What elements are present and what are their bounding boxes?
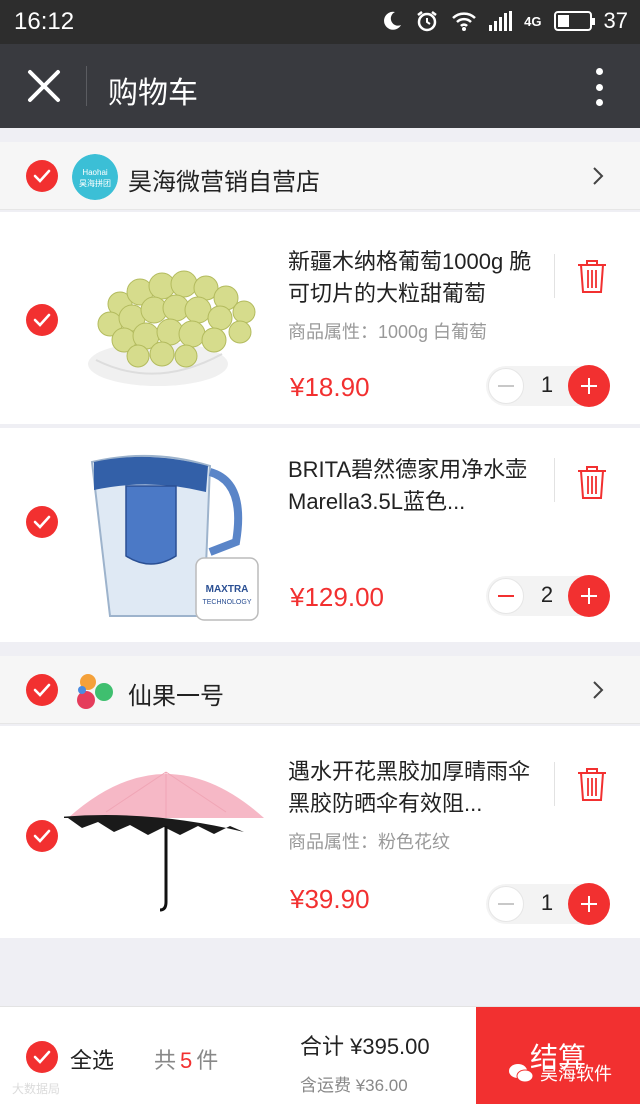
product-name[interactable]: BRITA碧然德家用净水壶Marella3.5L蓝色... [288, 454, 538, 518]
checkmark-icon [33, 1050, 51, 1064]
item-select-checkbox[interactable] [26, 304, 58, 336]
decrease-button[interactable] [488, 578, 524, 614]
signal-icon [489, 11, 513, 31]
product-name[interactable]: 遇水开花黑胶加厚晴雨伞黑胶防晒伞有效阻... [288, 756, 538, 820]
checkout-button[interactable]: 结算 [476, 1007, 640, 1104]
product-attributes: 商品属性：1000g 白葡萄 [288, 322, 488, 342]
delete-divider [554, 254, 555, 298]
item-count-prefix: 共 [154, 1048, 177, 1073]
product-price: ¥39.90 [290, 884, 370, 914]
watermark-brand-text: 昊海软件 [540, 1064, 612, 1084]
chevron-right-icon [593, 681, 604, 699]
page-title: 购物车 [108, 77, 198, 110]
watermark-corner: 大数据局 [12, 1082, 61, 1096]
checkmark-icon [33, 829, 51, 843]
wifi-icon [452, 12, 477, 31]
increase-button[interactable] [568, 883, 610, 925]
trash-icon[interactable] [574, 464, 610, 500]
store-name: 昊海微营销自营店 [128, 169, 320, 196]
order-total: 合计 ¥395.00 [300, 1034, 430, 1059]
title-bar: 购物车 [0, 44, 640, 128]
product-image-water-filter-pitcher[interactable]: MAXTRA TECHNOLOGY [80, 446, 270, 626]
checkmark-icon [33, 515, 51, 529]
status-time: 16:12 [14, 8, 75, 35]
decrease-button[interactable] [488, 368, 524, 404]
store-select-checkbox[interactable] [26, 160, 58, 192]
item-count-value: 5 [180, 1048, 193, 1073]
store-select-checkbox[interactable] [26, 674, 58, 706]
trash-icon[interactable] [574, 766, 610, 802]
status-icons: 4G 37 [381, 8, 628, 34]
moon-icon [384, 11, 402, 30]
quantity-value[interactable]: 1 [526, 372, 568, 398]
quantity-value[interactable]: 2 [526, 582, 568, 608]
svg-text:昊海拼团: 昊海拼团 [79, 178, 111, 188]
svg-text:TECHNOLOGY: TECHNOLOGY [202, 599, 251, 606]
product-image-grapes[interactable] [80, 234, 270, 414]
checkmark-icon [33, 313, 51, 327]
store-logo: Haohai 昊海拼团 [72, 154, 118, 200]
title-divider [86, 66, 87, 106]
svg-text:MAXTRA: MAXTRA [206, 584, 249, 595]
wechat-icon [509, 1064, 534, 1083]
checkout-bar: 全选 共5件 合计 ¥395.00 含运费 ¥36.00 结算 [0, 1006, 640, 1104]
battery-percent: 37 [603, 8, 628, 33]
alarm-icon [417, 11, 437, 32]
trash-icon[interactable] [574, 258, 610, 294]
delete-divider [554, 458, 555, 502]
battery-icon [553, 11, 595, 31]
select-all-label[interactable]: 全选 [70, 1043, 114, 1075]
store-header[interactable]: 仙果一号 [0, 656, 640, 724]
decrease-button[interactable] [488, 886, 524, 922]
item-count: 共5件 [154, 1043, 218, 1075]
select-all-checkbox[interactable] [26, 1041, 58, 1073]
product-image-pink-umbrella[interactable] [64, 756, 268, 916]
checkmark-icon [33, 683, 51, 697]
item-select-checkbox[interactable] [26, 820, 58, 852]
product-price: ¥129.00 [290, 582, 384, 612]
shipping-fee: 含运费 ¥36.00 [300, 1076, 408, 1095]
cart-item: 新疆木纳格葡萄1000g 脆可切片的大粒甜葡萄 商品属性：1000g 白葡萄 ¥… [0, 212, 640, 424]
chevron-right-icon [593, 167, 604, 185]
store-name: 仙果一号 [128, 683, 224, 710]
cart-item: 遇水开花黑胶加厚晴雨伞黑胶防晒伞有效阻... 商品属性：粉色花纹 ¥39.90 … [0, 726, 640, 938]
quantity-stepper: 1 [486, 883, 610, 925]
checkmark-icon [33, 169, 51, 183]
product-price: ¥18.90 [290, 372, 370, 402]
product-attributes: 商品属性：粉色花纹 [288, 832, 450, 852]
watermark-brand: 昊海软件 [508, 1060, 612, 1086]
status-bar: 16:12 4G 37 [0, 0, 640, 44]
store-header[interactable]: Haohai 昊海拼团 昊海微营销自营店 [0, 142, 640, 210]
item-select-checkbox[interactable] [26, 506, 58, 538]
item-count-suffix: 件 [196, 1048, 219, 1073]
increase-button[interactable] [568, 575, 610, 617]
increase-button[interactable] [568, 365, 610, 407]
close-icon[interactable] [24, 66, 64, 106]
product-name[interactable]: 新疆木纳格葡萄1000g 脆可切片的大粒甜葡萄 [288, 246, 538, 310]
store-logo [77, 674, 113, 709]
quantity-stepper: 2 [486, 575, 610, 617]
quantity-stepper: 1 [486, 365, 610, 407]
network-type: 4G [524, 13, 542, 29]
svg-text:Haohai: Haohai [82, 168, 108, 177]
more-menu-icon[interactable] [594, 68, 604, 106]
delete-divider [554, 762, 555, 806]
cart-item: MAXTRA TECHNOLOGY BRITA碧然德家用净水壶Marella3.… [0, 428, 640, 642]
quantity-value[interactable]: 1 [526, 890, 568, 916]
